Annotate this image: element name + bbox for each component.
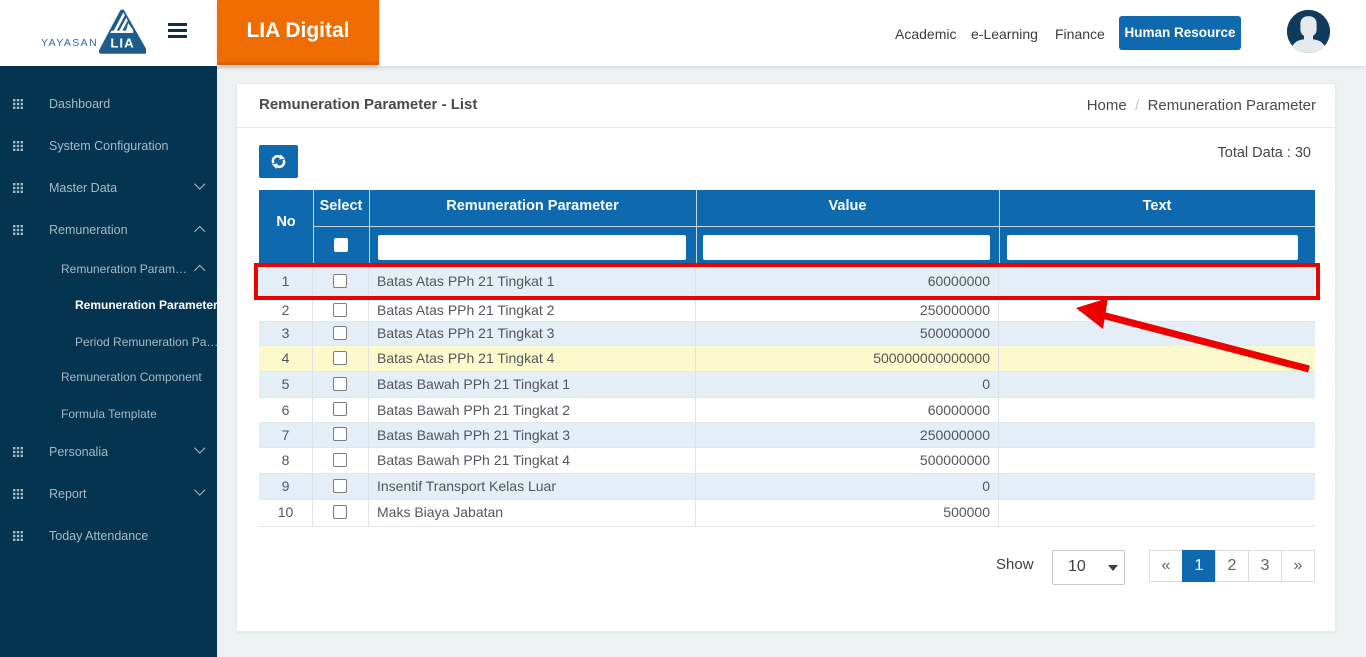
svg-text:LIA: LIA xyxy=(110,36,134,51)
